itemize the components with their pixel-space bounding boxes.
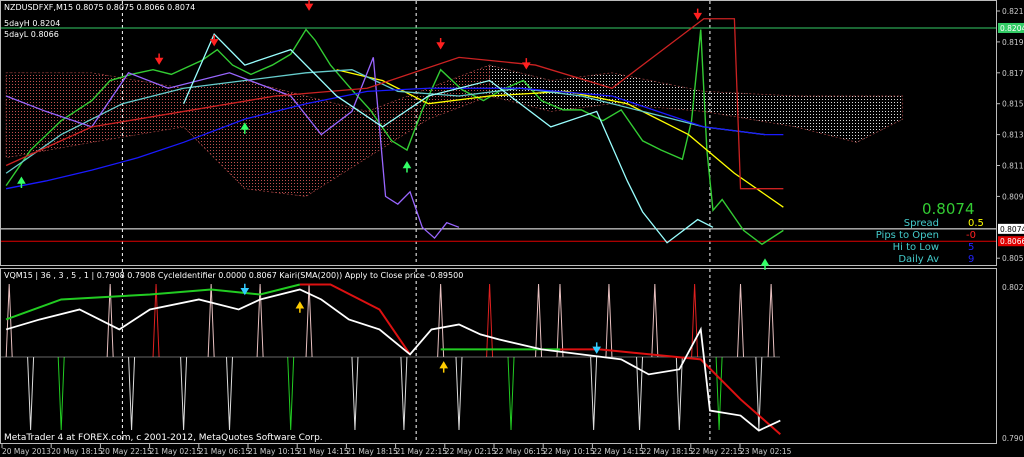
cycle-spike-up (767, 283, 775, 358)
time-tick-label: 21 May 14:15 (297, 447, 349, 456)
time-tick-label: 21 May 18:15 (346, 447, 398, 456)
hi-to-low-value: 5 (968, 242, 975, 253)
five-day-high-label: 5dayH 0.8204 (4, 19, 61, 28)
price-tick-label: 0.8095 (1002, 192, 1024, 201)
time-tick-label: 22 May 02:15 (445, 447, 497, 456)
price-tick-label: 0.8055 (1002, 254, 1024, 263)
indicator-header: VQM15 | 36 , 3 , 5 , 1 | 0.7908 0.7908 C… (4, 271, 464, 280)
five-day-low-label: 5dayL 0.8066 (4, 30, 59, 39)
arrow-down-icon (436, 37, 445, 50)
cycle-spike-down (27, 356, 35, 431)
chart-canvas[interactable]: 0.8204 0.8074 0.8066 0.8215 0.8195 0.8175 0.81… (0, 0, 1024, 457)
price-tick-label: 0.8155 (1002, 100, 1024, 109)
arrow-up-icon (295, 301, 305, 313)
cycle-spike-up (535, 283, 543, 358)
arrow-down-icon (693, 8, 703, 21)
cycle-spike-up (605, 283, 613, 358)
ichimoku-cloud-0 (5, 64, 490, 197)
cycle-spike-up (556, 283, 564, 358)
cycle-spike-up (106, 283, 114, 358)
cycle-spike-down (226, 356, 233, 431)
time-tick-label: 20 May 18:15 (51, 447, 103, 456)
hi-to-low-label: Hi to Low (892, 242, 939, 253)
price-tick-label: 0.8215 (1002, 7, 1024, 16)
cycle-spike-down (400, 356, 408, 431)
metatrader-chart-window: 0.8204 0.8074 0.8066 0.8215 0.8195 0.8175 0.81… (0, 0, 1024, 457)
copyright-text: MetaTrader 4 at FOREX.com, c 2001-2012, … (4, 433, 323, 443)
cycle-spike-up (5, 283, 13, 358)
cycle-spike-down (755, 356, 763, 431)
time-tick-label: 20 May 22:15 (100, 447, 152, 456)
cycle-spike-down (57, 356, 65, 431)
time-tick-label: 22 May 10:15 (543, 447, 595, 456)
time-tick-label: 20 May 2013 (2, 447, 51, 456)
time-tick-label: 22 May 22:15 (691, 447, 743, 456)
pips-to-open-label: Pips to Open (875, 230, 939, 241)
time-tick-label: 22 May 06:15 (494, 447, 546, 456)
cycle-spike-up (207, 283, 215, 358)
cycle-spike-down (180, 356, 188, 431)
arrow-down-icon (304, 0, 314, 11)
arrow-up-icon (439, 361, 449, 373)
cycle-spike-down (455, 356, 463, 431)
cycle-spike-up (651, 283, 659, 358)
cycle-spike-down (590, 356, 598, 431)
cycle-spike-down (351, 356, 359, 431)
sub-tick-label: 0.8023 (1002, 283, 1024, 292)
daily-average-value: 9 (968, 254, 975, 265)
price-tick-label: 0.8135 (1002, 131, 1024, 140)
sub-tick-label: 0.7902 (1002, 434, 1024, 443)
time-tick-label: 23 May 02:15 (740, 447, 792, 456)
time-tick-label: 22 May 14:15 (592, 447, 644, 456)
cycle-spike-down (507, 356, 515, 431)
price-marker-label: 0.8066 (1000, 237, 1024, 246)
cycle-spike-up (486, 283, 494, 358)
arrow-down-icon (154, 53, 164, 65)
time-tick-label: 22 May 18:15 (642, 447, 694, 456)
cycle-spike-up (437, 283, 445, 358)
daily-average-label: Daily Av (898, 254, 939, 265)
arrow-up-icon (402, 161, 412, 173)
pips-to-open-value: -0 (966, 230, 976, 241)
spread-label: Spread (903, 218, 939, 229)
cycle-spike-up (737, 283, 745, 358)
price-tick-label: 0.8175 (1002, 69, 1024, 78)
time-tick-label: 21 May 22:15 (396, 447, 448, 456)
price-tick-label: 0.8195 (1002, 38, 1024, 47)
price-tick-label: 0.8115 (1002, 162, 1024, 171)
arrow-down-icon (521, 58, 531, 70)
current-price-display: 0.8074 (922, 200, 975, 218)
symbol-info: NZDUSDFXF,M15 0.8075 0.8075 0.8066 0.807… (4, 3, 196, 12)
arrow-down-icon (592, 342, 602, 354)
kairi-step-line (299, 283, 411, 355)
price-marker-label: 0.8074 (1000, 225, 1024, 234)
cycle-spike-down (128, 356, 136, 431)
cycle-spike-down (287, 356, 295, 431)
price-marker-label: 0.8204 (1000, 24, 1024, 33)
time-tick-label: 21 May 10:15 (248, 447, 300, 456)
time-tick-label: 21 May 02:15 (150, 447, 202, 456)
cycle-spike-down (715, 356, 723, 431)
time-tick-label: 21 May 06:15 (199, 447, 251, 456)
spread-value: 0.5 (968, 218, 984, 229)
